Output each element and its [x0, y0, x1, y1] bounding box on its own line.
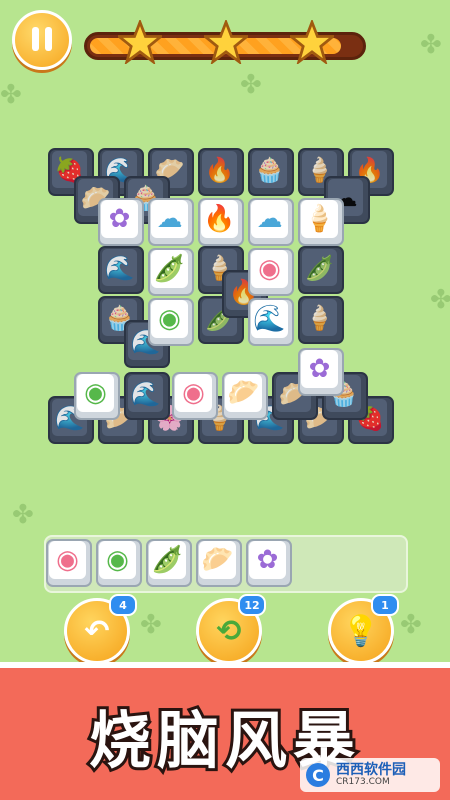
tile-icecream[interactable]: 🍦 — [298, 198, 344, 246]
hint-count-badge: 1 — [371, 594, 399, 616]
rice-dumpling-icon: 🥟 — [225, 374, 262, 412]
covered-tile: 🧁 — [248, 148, 294, 196]
covered-tile: 🍦 — [298, 296, 344, 344]
covered-tile: 🔥 — [198, 148, 244, 196]
tray-slot-roll-pink: ◉ — [46, 539, 92, 587]
tray-slot-flower: ✿ — [246, 539, 292, 587]
tile-roll-pink[interactable]: ◉ — [248, 248, 294, 296]
tile-cotton[interactable]: ☁ — [148, 198, 194, 246]
swiss-roll-icon: ◉ — [151, 300, 188, 338]
tile-cotton[interactable]: ☁ — [248, 198, 294, 246]
swiss-roll-icon: ◉ — [251, 250, 288, 288]
ice-cream-cone-icon: 🍦 — [301, 200, 338, 238]
tray-slot-peas: 🫛 — [146, 539, 192, 587]
watermark-site: CR173.COM — [336, 777, 390, 787]
tile-fire[interactable]: 🔥 — [198, 198, 244, 246]
undo-count-badge: 4 — [109, 594, 137, 616]
tile-wave[interactable]: 🌊 — [248, 298, 294, 346]
tile-roll-green[interactable]: ◉ — [148, 298, 194, 346]
watermark: C 西西软件园 CR173.COM — [300, 758, 440, 792]
swiss-roll-icon: ◉ — [49, 541, 86, 579]
watermark-logo-icon: C — [306, 763, 330, 787]
swiss-roll-icon: ◉ — [77, 374, 114, 412]
covered-tile: 🌊 — [124, 372, 170, 420]
tile-zongzi[interactable]: 🥟 — [222, 372, 268, 420]
pea-pod-icon: 🫛 — [151, 250, 188, 288]
covered-tile: 🫛 — [298, 246, 344, 294]
tile-flower[interactable]: ✿ — [298, 348, 344, 396]
collection-tray: ◉ ◉ 🫛 🥟 ✿ — [44, 535, 408, 593]
flower-icon: ✿ — [301, 350, 338, 388]
shuffle-count-badge: 12 — [238, 594, 266, 616]
swiss-roll-icon: ◉ — [99, 541, 136, 579]
cotton-icon: ☁ — [251, 200, 288, 238]
cotton-icon: ☁ — [151, 200, 188, 238]
watermark-name: 西西软件园 — [336, 762, 406, 778]
campfire-icon: 🔥 — [201, 200, 238, 238]
tile-flower[interactable]: ✿ — [98, 198, 144, 246]
covered-tile: 🌊 — [98, 246, 144, 294]
rice-dumpling-icon: 🥟 — [199, 541, 236, 579]
tile-peas[interactable]: 🫛 — [148, 248, 194, 296]
flower-icon: ✿ — [101, 200, 138, 238]
tray-slot-roll-green: ◉ — [96, 539, 142, 587]
tile-roll-pink[interactable]: ◉ — [172, 372, 218, 420]
flower-icon: ✿ — [249, 541, 286, 579]
tile-roll-green[interactable]: ◉ — [74, 372, 120, 420]
pea-pod-icon: 🫛 — [149, 541, 186, 579]
tray-slot-zongzi: 🥟 — [196, 539, 242, 587]
wave-icon: 🌊 — [251, 300, 288, 338]
lightbulb-icon: 💡 — [342, 613, 380, 649]
shuffle-icon: ⟲ — [216, 613, 242, 649]
swiss-roll-icon: ◉ — [175, 374, 212, 412]
undo-icon: ↶ — [84, 613, 110, 649]
